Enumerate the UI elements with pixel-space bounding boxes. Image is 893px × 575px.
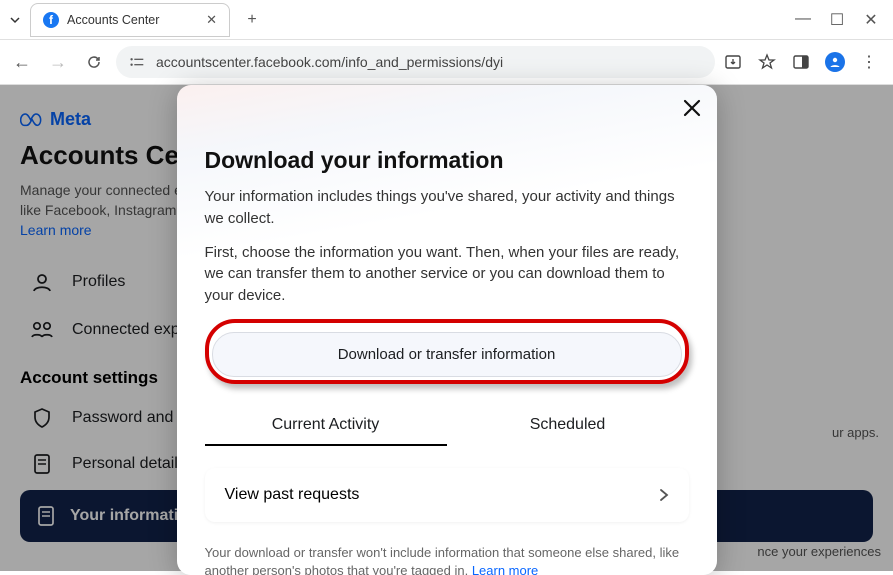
chevron-right-icon xyxy=(659,488,669,502)
download-transfer-button[interactable]: Download or transfer information xyxy=(212,332,682,377)
browser-tab[interactable]: f Accounts Center ✕ xyxy=(30,3,230,37)
close-tab-icon[interactable]: ✕ xyxy=(206,12,217,28)
download-info-modal: Download your information Your informati… xyxy=(177,85,717,575)
forward-button[interactable]: → xyxy=(44,48,72,76)
maximize-button[interactable]: ☐ xyxy=(829,10,845,30)
modal-paragraph: Your information includes things you've … xyxy=(205,186,689,230)
highlight-ring: Download or transfer information xyxy=(205,319,689,384)
modal-title: Download your information xyxy=(205,147,689,174)
modal-paragraph: First, choose the information you want. … xyxy=(205,242,689,307)
close-window-button[interactable]: ✕ xyxy=(863,10,879,30)
facebook-favicon: f xyxy=(43,12,59,28)
reload-button[interactable] xyxy=(80,48,108,76)
minimize-button[interactable]: — xyxy=(795,10,811,30)
tab-search-caret[interactable] xyxy=(0,14,30,26)
view-past-requests-row[interactable]: View past requests xyxy=(205,468,689,522)
back-button[interactable]: ← xyxy=(8,48,36,76)
url-text: accountscenter.facebook.com/info_and_per… xyxy=(156,54,503,70)
profile-avatar[interactable] xyxy=(825,52,845,72)
new-tab-button[interactable]: + xyxy=(238,6,266,34)
footnote-learn-more-link[interactable]: Learn more xyxy=(472,563,538,575)
close-modal-button[interactable] xyxy=(681,97,703,119)
modal-footnote: Your download or transfer won't include … xyxy=(205,544,689,575)
modal-tabs: Current Activity Scheduled xyxy=(205,406,689,446)
install-app-icon[interactable] xyxy=(723,52,743,72)
bookmark-icon[interactable] xyxy=(757,52,777,72)
tab-scheduled[interactable]: Scheduled xyxy=(447,406,689,446)
tab-title: Accounts Center xyxy=(67,13,198,27)
window-controls: — ☐ ✕ xyxy=(795,10,893,30)
row-label: View past requests xyxy=(225,486,360,504)
browser-tabstrip: f Accounts Center ✕ + — ☐ ✕ xyxy=(0,0,893,40)
sidepanel-icon[interactable] xyxy=(791,52,811,72)
site-settings-icon[interactable] xyxy=(128,55,146,69)
url-box[interactable]: accountscenter.facebook.com/info_and_per… xyxy=(116,46,715,78)
tab-current-activity[interactable]: Current Activity xyxy=(205,406,447,446)
menu-icon[interactable]: ⋮ xyxy=(859,52,879,72)
address-bar: ← → accountscenter.facebook.com/info_and… xyxy=(0,40,893,85)
